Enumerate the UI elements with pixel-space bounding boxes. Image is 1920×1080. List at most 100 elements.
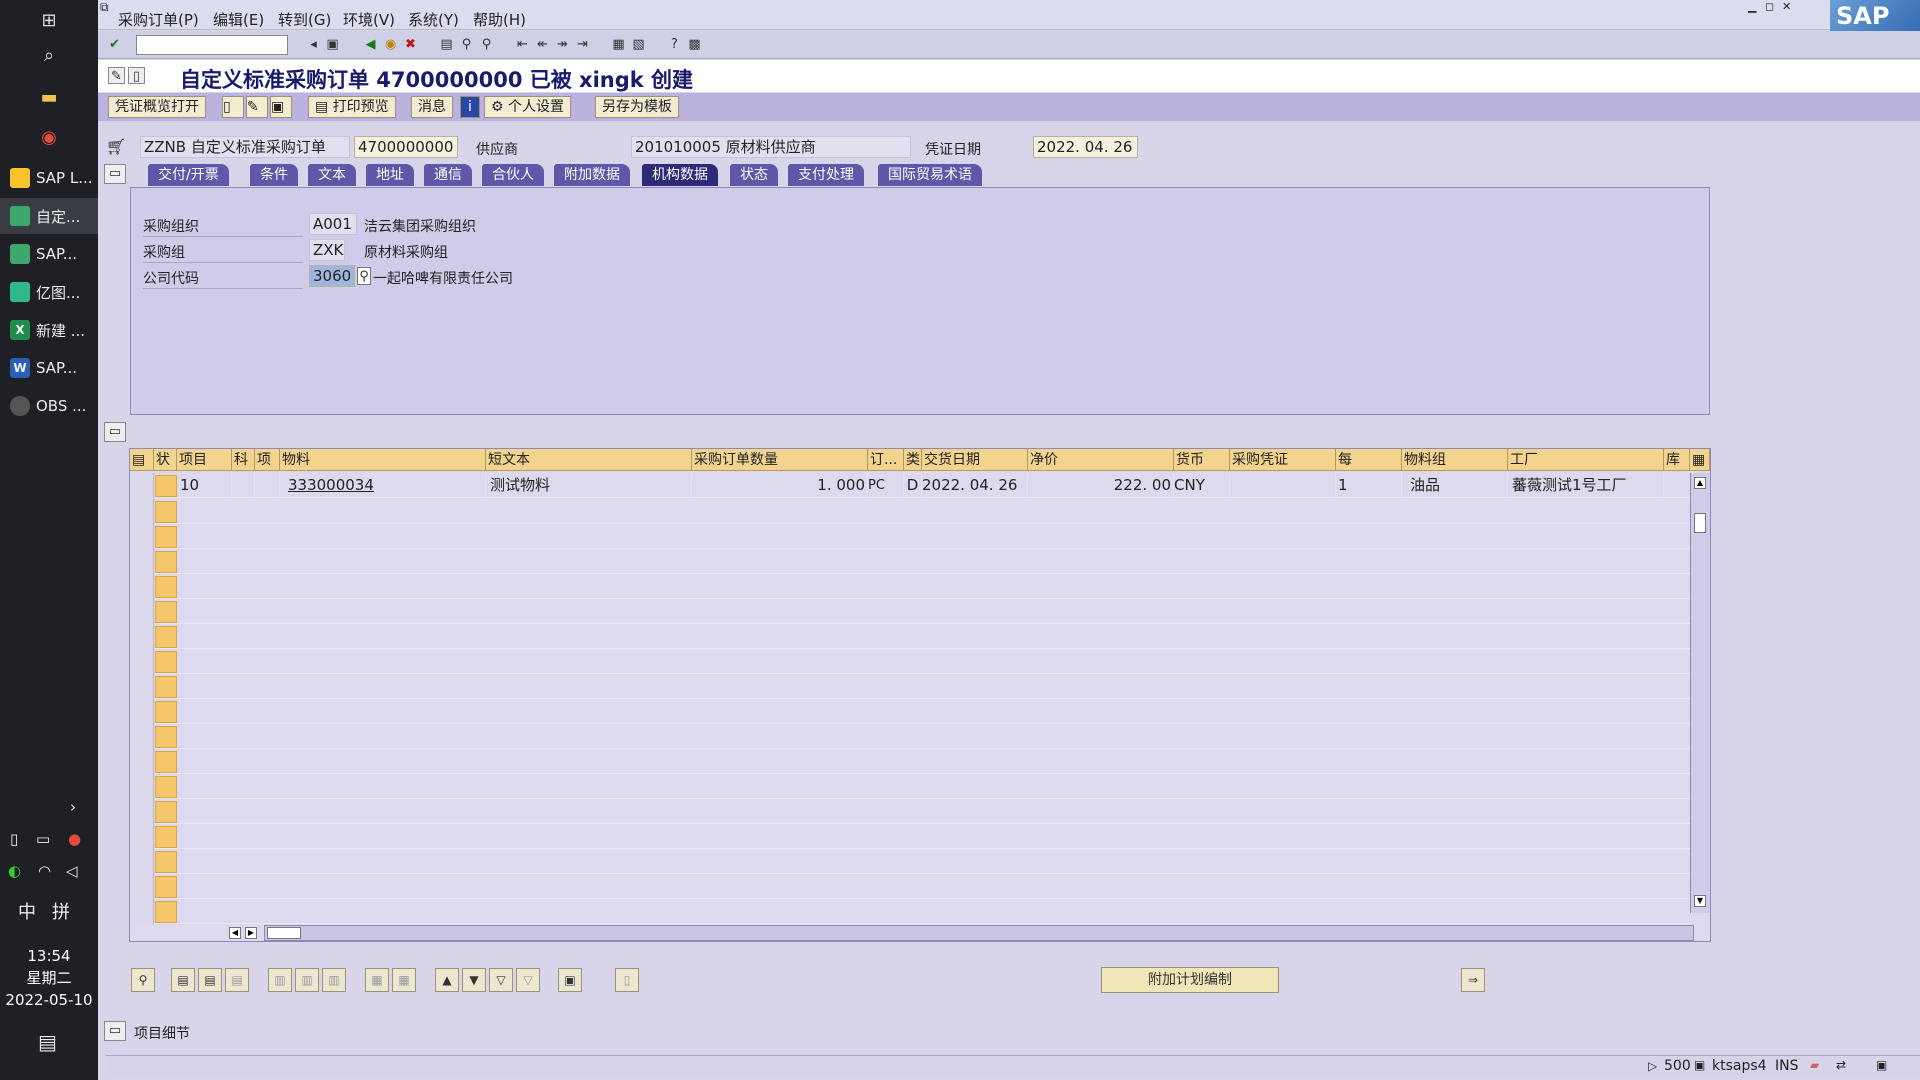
status-expand-icon[interactable]: ▷ xyxy=(1648,1059,1657,1073)
material-link[interactable]: 333000034 xyxy=(288,473,486,498)
cancel-icon[interactable]: ✖ xyxy=(402,36,419,53)
col-purch-doc[interactable]: 采购凭证 xyxy=(1230,449,1336,471)
table-row[interactable] xyxy=(130,574,1690,599)
delete-icon[interactable]: ▥ xyxy=(268,968,292,992)
row-selector[interactable] xyxy=(130,824,154,849)
back-icon[interactable]: ◀ xyxy=(362,36,379,53)
taskbar-app-edraw[interactable]: 亿图... xyxy=(0,274,98,310)
scroll-down-icon[interactable]: ▼ xyxy=(1694,895,1706,907)
row-selector[interactable] xyxy=(130,799,154,824)
col-net-price[interactable]: 净价 xyxy=(1028,449,1174,471)
print-icon[interactable]: ▤ xyxy=(438,36,455,53)
table-row[interactable] xyxy=(130,599,1690,624)
order-unit-cell[interactable]: PC xyxy=(868,473,904,498)
table-row[interactable] xyxy=(130,624,1690,649)
table-row[interactable] xyxy=(130,749,1690,774)
filter-off-icon[interactable]: ▽ xyxy=(516,968,540,992)
sort-desc-icon[interactable]: ▼ xyxy=(462,968,486,992)
tab-address[interactable]: 地址 xyxy=(366,164,414,186)
new-session-icon[interactable]: ▦ xyxy=(610,36,627,53)
taskbar-app-obs[interactable]: OBS ... xyxy=(0,388,98,424)
purch-org-field[interactable]: A001 xyxy=(309,213,357,235)
search-icon[interactable]: ⌕ xyxy=(0,40,98,70)
lock-icon[interactable]: ▥ xyxy=(295,968,319,992)
col-date-cat[interactable]: 类 xyxy=(904,449,922,471)
exit-icon[interactable]: ◉ xyxy=(382,36,399,53)
row-selector[interactable] xyxy=(130,624,154,649)
find-icon[interactable]: ⚲ xyxy=(458,36,475,53)
copy-icon[interactable]: ▣ xyxy=(270,96,292,118)
row-selector[interactable] xyxy=(130,549,154,574)
row-selector[interactable] xyxy=(130,574,154,599)
table-row[interactable] xyxy=(130,549,1690,574)
row-selector[interactable] xyxy=(130,699,154,724)
tab-status[interactable]: 状态 xyxy=(730,164,778,186)
row-selector[interactable] xyxy=(130,774,154,799)
col-storage[interactable]: 库 xyxy=(1664,449,1690,471)
scroll-left-icon[interactable]: ◀ xyxy=(229,927,241,939)
col-material-group[interactable]: 物料组 xyxy=(1402,449,1508,471)
back-small-icon[interactable]: ◂ xyxy=(305,36,322,53)
prev-page-icon[interactable]: ↞ xyxy=(534,36,551,53)
row-selector[interactable] xyxy=(130,899,154,924)
hscroll-thumb[interactable] xyxy=(267,927,301,939)
table-row[interactable] xyxy=(130,774,1690,799)
menu-help[interactable]: 帮助(H) xyxy=(473,9,526,30)
messages-button[interactable]: 消息 xyxy=(411,96,453,118)
wechat-icon[interactable]: ◐ xyxy=(8,862,21,880)
sort-asc-icon[interactable]: ▲ xyxy=(435,968,459,992)
expand-items-icon[interactable]: ▭ xyxy=(104,422,126,442)
vertical-scrollbar[interactable]: ▲ ▼ xyxy=(1690,473,1710,913)
clock[interactable]: 13:54 星期二 2022-05-10 xyxy=(0,945,98,1011)
first-page-icon[interactable]: ⇤ xyxy=(514,36,531,53)
taskbar-app-excel[interactable]: X 新建 ... xyxy=(0,312,98,348)
purch-doc-cell[interactable] xyxy=(1230,473,1336,498)
taskbar-app-sap-2[interactable]: SAP... xyxy=(0,236,98,272)
table-row[interactable] xyxy=(130,724,1690,749)
col-per[interactable]: 每 xyxy=(1336,449,1402,471)
tab-org-data[interactable]: 机构数据 xyxy=(642,164,718,186)
enter-icon[interactable]: ✔ xyxy=(106,36,123,53)
tab-communication[interactable]: 通信 xyxy=(424,164,472,186)
change-icon[interactable]: ✎ xyxy=(246,96,268,118)
volume-icon[interactable]: ◁ xyxy=(66,862,78,880)
col-delivery-date[interactable]: 交货日期 xyxy=(922,449,1028,471)
row-selector[interactable] xyxy=(130,674,154,699)
scroll-thumb[interactable] xyxy=(1694,513,1706,533)
personal-settings-button[interactable]: ⚙ 个人设置 xyxy=(484,96,572,118)
save-as-template-button[interactable]: 另存为模板 xyxy=(595,96,679,118)
purch-group-field[interactable]: ZXK xyxy=(309,239,345,261)
menu-environment[interactable]: 环境(V) xyxy=(343,9,395,30)
po-number-field[interactable]: 4700000000 xyxy=(354,136,458,158)
file-explorer-icon[interactable]: ▬ xyxy=(0,82,98,112)
find-next-icon[interactable]: ⚲ xyxy=(478,36,495,53)
item-cat-cell[interactable] xyxy=(255,473,280,498)
horizontal-scrollbar[interactable]: ◀ ▶ xyxy=(229,925,1694,941)
row-selector[interactable] xyxy=(130,874,154,899)
table-row[interactable] xyxy=(130,674,1690,699)
expand-item-detail-icon[interactable]: ▭ xyxy=(104,1021,126,1041)
account-cell[interactable] xyxy=(232,473,255,498)
tray-app-icon[interactable]: ● xyxy=(68,830,81,848)
tab-partners[interactable]: 合伙人 xyxy=(482,164,544,186)
material-group-cell[interactable]: 油品 xyxy=(1410,473,1508,498)
col-short-text[interactable]: 短文本 xyxy=(486,449,692,471)
col-status[interactable]: 状 xyxy=(154,449,177,471)
table-row[interactable] xyxy=(130,649,1690,674)
wifi-icon[interactable]: ◠ xyxy=(38,862,51,880)
table-row[interactable] xyxy=(130,899,1690,924)
col-item-cat[interactable]: 项 xyxy=(255,449,280,471)
export-icon[interactable]: ⇒ xyxy=(1461,968,1485,992)
col-item[interactable]: 项目 xyxy=(177,449,232,471)
scroll-right-small-icon[interactable]: ▶ xyxy=(245,927,257,939)
windows-start-icon[interactable]: ⊞ xyxy=(0,5,98,35)
select-all-icon[interactable]: ▤ xyxy=(130,449,154,471)
col-currency[interactable]: 货币 xyxy=(1174,449,1230,471)
command-field[interactable] xyxy=(136,35,288,55)
vendor-field[interactable]: 201010005 原材料供应商 xyxy=(631,136,911,158)
row-selector[interactable] xyxy=(130,524,154,549)
customize-layout-icon[interactable]: ▩ xyxy=(686,36,703,53)
system-info-icon[interactable]: ▣ xyxy=(1694,1058,1705,1072)
net-price-cell[interactable]: 222. 00 xyxy=(1028,473,1174,498)
details-icon[interactable]: ⚲ xyxy=(131,968,155,992)
